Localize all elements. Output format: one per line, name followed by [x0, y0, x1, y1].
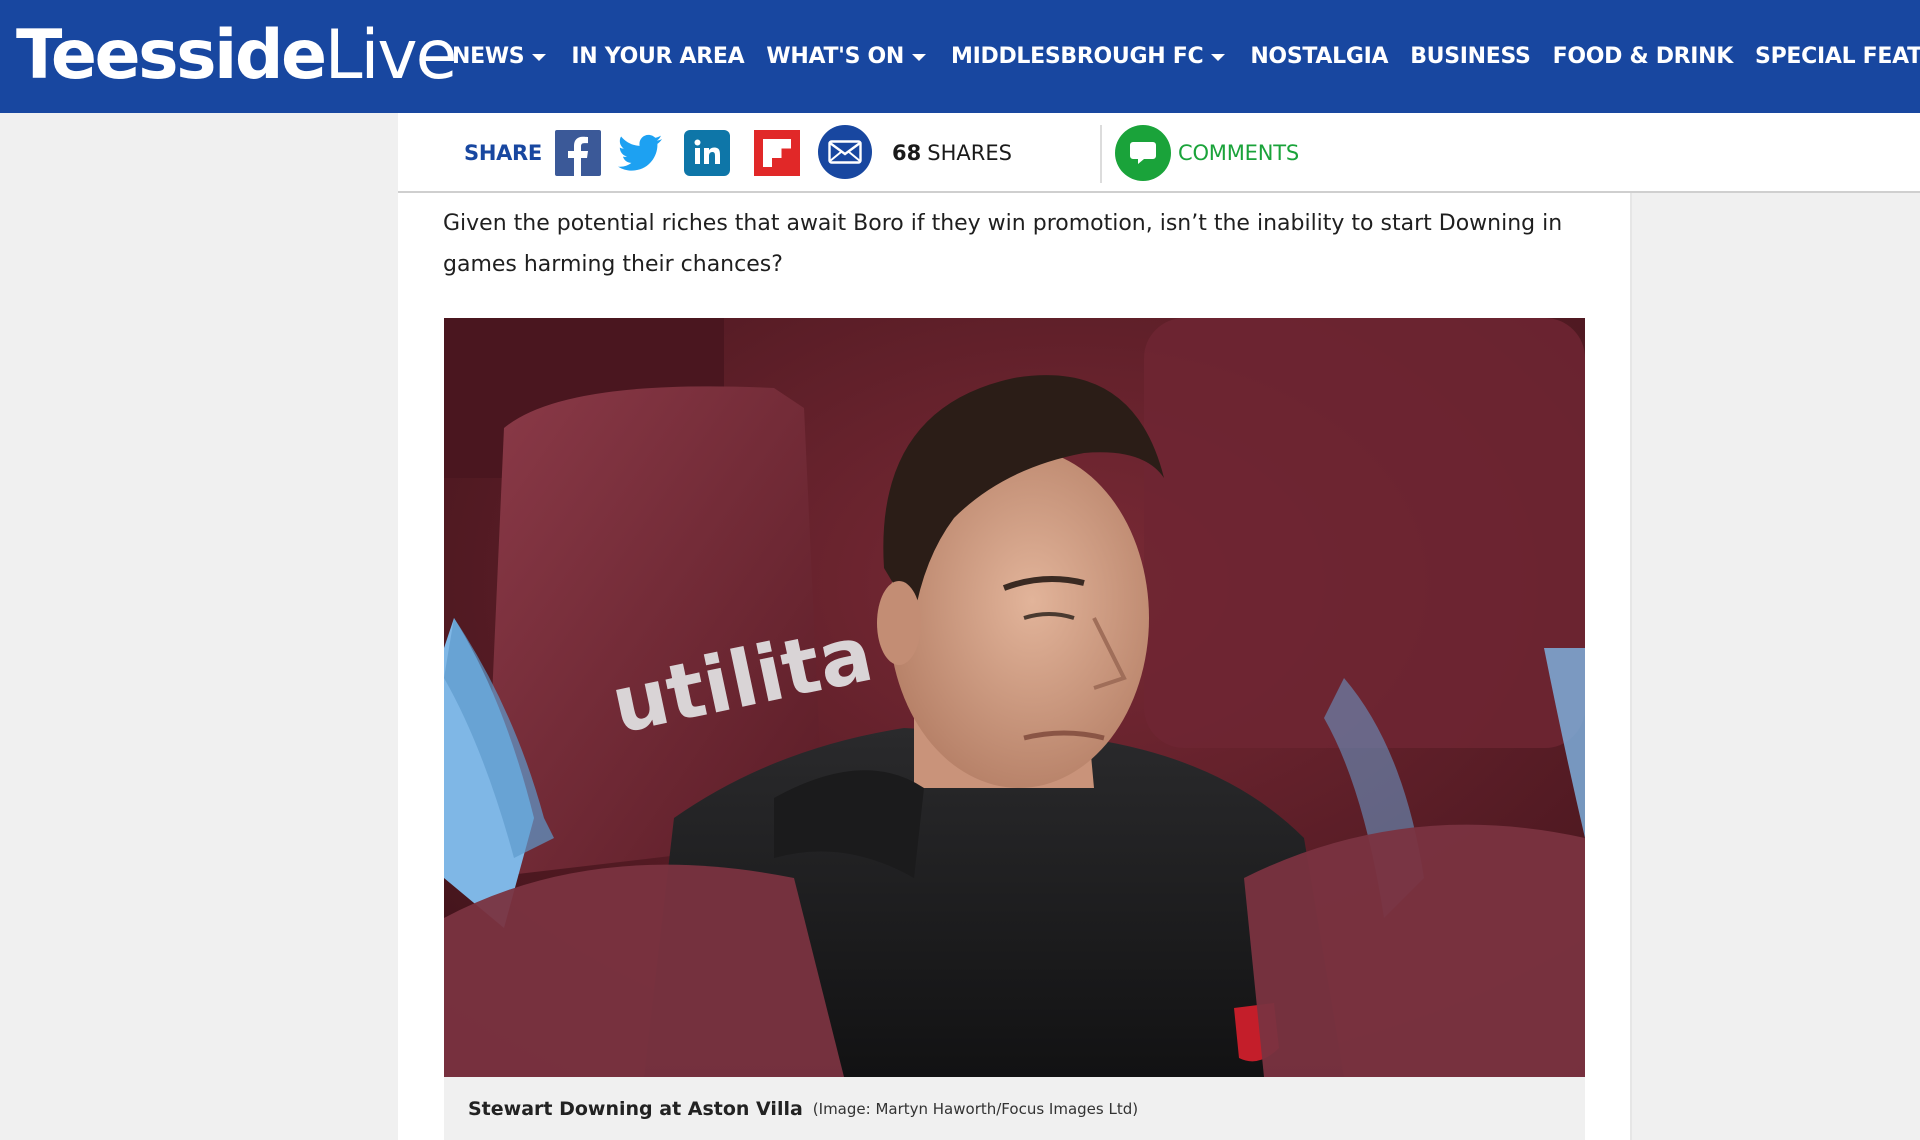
nav-item-nostalgia[interactable]: NOSTALGIA [1250, 44, 1388, 69]
photo-illustration: utilita [444, 318, 1585, 1077]
nav-item-business[interactable]: BUSINESS [1410, 44, 1531, 69]
comments-button[interactable]: COMMENTS [1115, 125, 1299, 181]
nav-item-middlesbrough-fc[interactable]: MIDDLESBROUGH FC [951, 44, 1226, 69]
nav-label: FOOD & DRINK [1552, 44, 1734, 69]
nav-label: BUSINESS [1410, 44, 1531, 69]
image-credit: (Image: Martyn Haworth/Focus Images Ltd) [812, 1099, 1139, 1118]
nav-label: MIDDLESBROUGH FC [951, 44, 1204, 69]
share-bar: SHARE 68 SHARES COMMENTS [398, 113, 1920, 193]
facebook-icon [568, 136, 588, 176]
nav-item-food-drink[interactable]: FOOD & DRINK [1552, 44, 1734, 69]
nav-label: NEWS [452, 44, 525, 69]
comments-label: COMMENTS [1178, 141, 1299, 165]
linkedin-icon [694, 139, 720, 164]
flipboard-icon [763, 139, 791, 167]
column-divider [1630, 193, 1632, 1140]
nav-label: SPECIAL FEATURES [1755, 44, 1920, 69]
share-bar-divider [1100, 125, 1102, 183]
image-caption: Stewart Downing at Aston Villa (Image: M… [444, 1077, 1585, 1140]
nav-label: NOSTALGIA [1250, 44, 1389, 69]
chevron-down-icon [1211, 54, 1226, 61]
share-count-number: 68 [892, 141, 922, 165]
site-logo[interactable]: Teesside Live [16, 16, 458, 95]
article-image[interactable]: utilita [444, 318, 1585, 1077]
comment-bubble-icon [1115, 125, 1171, 181]
caption-text: Stewart Downing at Aston Villa [468, 1097, 803, 1120]
facebook-share-button[interactable] [555, 130, 601, 176]
email-share-button[interactable] [818, 125, 872, 179]
chevron-down-icon [532, 54, 547, 61]
nav-item-special-features[interactable]: SPECIAL FEATURES [1755, 44, 1920, 69]
nav-item-news[interactable]: NEWS [452, 44, 547, 69]
share-count: 68 SHARES [892, 141, 1012, 165]
site-header: Teesside Live NEWS IN YOUR AREA WHAT'S ON… [0, 0, 1920, 113]
logo-bold-text: Teesside [16, 16, 327, 95]
main-nav: NEWS IN YOUR AREA WHAT'S ON MIDDLESBROUG… [452, 0, 1920, 113]
twitter-icon [618, 134, 662, 171]
logo-light-text: Live [324, 16, 458, 95]
nav-label: WHAT'S ON [766, 44, 905, 69]
article-paragraph: Given the potential riches that await Bo… [443, 211, 1563, 277]
share-label: SHARE [464, 141, 542, 165]
flipboard-share-button[interactable] [754, 130, 800, 176]
nav-label: IN YOUR AREA [571, 44, 745, 69]
email-icon [828, 140, 862, 164]
twitter-share-button[interactable] [617, 130, 663, 176]
chevron-down-icon [912, 54, 927, 61]
share-count-label: SHARES [927, 141, 1012, 165]
nav-item-in-your-area[interactable]: IN YOUR AREA [571, 44, 744, 69]
linkedin-share-button[interactable] [684, 130, 730, 176]
nav-item-whats-on[interactable]: WHAT'S ON [766, 44, 927, 69]
